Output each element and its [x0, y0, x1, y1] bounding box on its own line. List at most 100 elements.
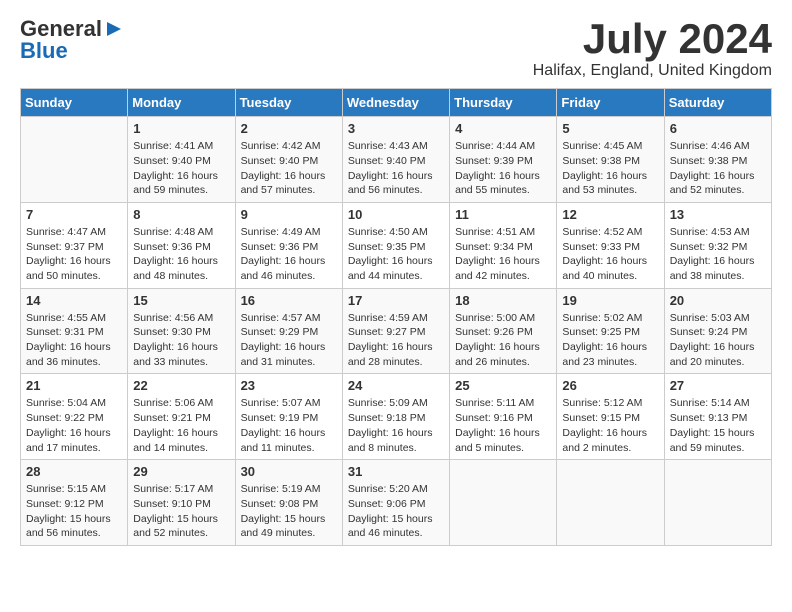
calendar-cell: 23 Sunrise: 5:07 AMSunset: 9:19 PMDayligh… — [235, 374, 342, 460]
calendar-cell: 3 Sunrise: 4:43 AMSunset: 9:40 PMDaylight… — [342, 117, 449, 203]
calendar-cell: 22 Sunrise: 5:06 AMSunset: 9:21 PMDayligh… — [128, 374, 235, 460]
day-info: Sunrise: 4:43 AMSunset: 9:40 PMDaylight:… — [348, 139, 444, 198]
day-info: Sunrise: 4:51 AMSunset: 9:34 PMDaylight:… — [455, 225, 551, 284]
day-number: 5 — [562, 121, 658, 136]
day-info: Sunrise: 5:17 AMSunset: 9:10 PMDaylight:… — [133, 482, 229, 541]
header-tuesday: Tuesday — [235, 89, 342, 117]
calendar-cell: 19 Sunrise: 5:02 AMSunset: 9:25 PMDayligh… — [557, 288, 664, 374]
calendar-cell: 28Sunrise: 5:15 AMSunset: 9:12 PMDayligh… — [21, 460, 128, 546]
day-number: 17 — [348, 293, 444, 308]
day-info: Sunrise: 4:57 AMSunset: 9:29 PMDaylight:… — [241, 311, 337, 370]
calendar-cell: 29 Sunrise: 5:17 AMSunset: 9:10 PMDayligh… — [128, 460, 235, 546]
day-info: Sunrise: 4:46 AMSunset: 9:38 PMDaylight:… — [670, 139, 766, 198]
day-info: Sunrise: 4:49 AMSunset: 9:36 PMDaylight:… — [241, 225, 337, 284]
day-number: 18 — [455, 293, 551, 308]
day-info: Sunrise: 5:04 AMSunset: 9:22 PMDaylight:… — [26, 396, 122, 455]
day-info: Sunrise: 5:07 AMSunset: 9:19 PMDaylight:… — [241, 396, 337, 455]
calendar-week-5: 28Sunrise: 5:15 AMSunset: 9:12 PMDayligh… — [21, 460, 772, 546]
day-number: 27 — [670, 378, 766, 393]
day-info: Sunrise: 5:15 AMSunset: 9:12 PMDaylight:… — [26, 482, 122, 541]
day-info: Sunrise: 4:53 AMSunset: 9:32 PMDaylight:… — [670, 225, 766, 284]
calendar-cell: 21 Sunrise: 5:04 AMSunset: 9:22 PMDayligh… — [21, 374, 128, 460]
calendar-cell: 9 Sunrise: 4:49 AMSunset: 9:36 PMDaylight… — [235, 202, 342, 288]
day-info: Sunrise: 4:59 AMSunset: 9:27 PMDaylight:… — [348, 311, 444, 370]
calendar-cell: 14 Sunrise: 4:55 AMSunset: 9:31 PMDayligh… — [21, 288, 128, 374]
day-info: Sunrise: 5:19 AMSunset: 9:08 PMDaylight:… — [241, 482, 337, 541]
month-title: July 2024 — [533, 16, 772, 62]
calendar-cell: 5 Sunrise: 4:45 AMSunset: 9:38 PMDaylight… — [557, 117, 664, 203]
day-info: Sunrise: 5:00 AMSunset: 9:26 PMDaylight:… — [455, 311, 551, 370]
calendar-cell: 26 Sunrise: 5:12 AMSunset: 9:15 PMDayligh… — [557, 374, 664, 460]
calendar-table: SundayMondayTuesdayWednesdayThursdayFrid… — [20, 88, 772, 546]
day-number: 21 — [26, 378, 122, 393]
calendar-cell: 4Sunrise: 4:44 AMSunset: 9:39 PMDaylight… — [450, 117, 557, 203]
day-number: 22 — [133, 378, 229, 393]
day-number: 20 — [670, 293, 766, 308]
calendar-cell: 17 Sunrise: 4:59 AMSunset: 9:27 PMDayligh… — [342, 288, 449, 374]
header-wednesday: Wednesday — [342, 89, 449, 117]
day-info: Sunrise: 4:47 AMSunset: 9:37 PMDaylight:… — [26, 225, 122, 284]
calendar-cell: 10 Sunrise: 4:50 AMSunset: 9:35 PMDayligh… — [342, 202, 449, 288]
header-monday: Monday — [128, 89, 235, 117]
calendar-cell: 8 Sunrise: 4:48 AMSunset: 9:36 PMDaylight… — [128, 202, 235, 288]
calendar-cell: 20 Sunrise: 5:03 AMSunset: 9:24 PMDayligh… — [664, 288, 771, 374]
day-info: Sunrise: 5:02 AMSunset: 9:25 PMDaylight:… — [562, 311, 658, 370]
day-number: 29 — [133, 464, 229, 479]
day-info: Sunrise: 4:42 AMSunset: 9:40 PMDaylight:… — [241, 139, 337, 198]
calendar-cell: 6 Sunrise: 4:46 AMSunset: 9:38 PMDaylight… — [664, 117, 771, 203]
calendar-cell — [664, 460, 771, 546]
day-info: Sunrise: 4:50 AMSunset: 9:35 PMDaylight:… — [348, 225, 444, 284]
day-number: 14 — [26, 293, 122, 308]
day-number: 10 — [348, 207, 444, 222]
calendar-cell: 7 Sunrise: 4:47 AMSunset: 9:37 PMDaylight… — [21, 202, 128, 288]
day-info: Sunrise: 5:14 AMSunset: 9:13 PMDaylight:… — [670, 396, 766, 455]
calendar-week-2: 7 Sunrise: 4:47 AMSunset: 9:37 PMDaylight… — [21, 202, 772, 288]
day-info: Sunrise: 5:09 AMSunset: 9:18 PMDaylight:… — [348, 396, 444, 455]
day-number: 24 — [348, 378, 444, 393]
day-number: 8 — [133, 207, 229, 222]
calendar-cell: 25 Sunrise: 5:11 AMSunset: 9:16 PMDayligh… — [450, 374, 557, 460]
day-info: Sunrise: 5:11 AMSunset: 9:16 PMDaylight:… — [455, 396, 551, 455]
day-info: Sunrise: 4:52 AMSunset: 9:33 PMDaylight:… — [562, 225, 658, 284]
calendar-cell — [557, 460, 664, 546]
calendar-cell: 18 Sunrise: 5:00 AMSunset: 9:26 PMDayligh… — [450, 288, 557, 374]
calendar-cell — [21, 117, 128, 203]
day-number: 12 — [562, 207, 658, 222]
header-saturday: Saturday — [664, 89, 771, 117]
calendar-cell: 24 Sunrise: 5:09 AMSunset: 9:18 PMDayligh… — [342, 374, 449, 460]
day-info: Sunrise: 4:55 AMSunset: 9:31 PMDaylight:… — [26, 311, 122, 370]
day-number: 26 — [562, 378, 658, 393]
day-info: Sunrise: 4:45 AMSunset: 9:38 PMDaylight:… — [562, 139, 658, 198]
day-info: Sunrise: 5:06 AMSunset: 9:21 PMDaylight:… — [133, 396, 229, 455]
page-header: General Blue July 2024 Halifax, England,… — [20, 16, 772, 80]
logo-arrow-icon — [103, 18, 125, 40]
day-info: Sunrise: 4:48 AMSunset: 9:36 PMDaylight:… — [133, 225, 229, 284]
day-number: 2 — [241, 121, 337, 136]
day-number: 6 — [670, 121, 766, 136]
day-number: 9 — [241, 207, 337, 222]
logo: General Blue — [20, 16, 125, 64]
location: Halifax, England, United Kingdom — [533, 62, 772, 80]
calendar-cell: 16Sunrise: 4:57 AMSunset: 9:29 PMDayligh… — [235, 288, 342, 374]
day-number: 11 — [455, 207, 551, 222]
day-number: 15 — [133, 293, 229, 308]
day-number: 3 — [348, 121, 444, 136]
day-number: 1 — [133, 121, 229, 136]
day-number: 25 — [455, 378, 551, 393]
day-number: 23 — [241, 378, 337, 393]
calendar-cell: 31Sunrise: 5:20 AMSunset: 9:06 PMDayligh… — [342, 460, 449, 546]
logo-blue-text: Blue — [20, 38, 68, 64]
day-number: 19 — [562, 293, 658, 308]
calendar-cell — [450, 460, 557, 546]
day-number: 7 — [26, 207, 122, 222]
calendar-cell: 1Sunrise: 4:41 AMSunset: 9:40 PMDaylight… — [128, 117, 235, 203]
day-info: Sunrise: 5:03 AMSunset: 9:24 PMDaylight:… — [670, 311, 766, 370]
day-number: 30 — [241, 464, 337, 479]
calendar-week-4: 21 Sunrise: 5:04 AMSunset: 9:22 PMDayligh… — [21, 374, 772, 460]
header-thursday: Thursday — [450, 89, 557, 117]
day-info: Sunrise: 4:56 AMSunset: 9:30 PMDaylight:… — [133, 311, 229, 370]
header-friday: Friday — [557, 89, 664, 117]
day-number: 31 — [348, 464, 444, 479]
calendar-header-row: SundayMondayTuesdayWednesdayThursdayFrid… — [21, 89, 772, 117]
day-info: Sunrise: 5:12 AMSunset: 9:15 PMDaylight:… — [562, 396, 658, 455]
